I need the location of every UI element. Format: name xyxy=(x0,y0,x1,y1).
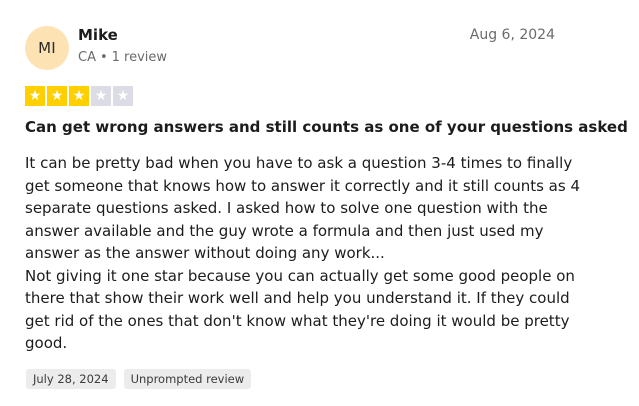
source-badge: Unprompted review xyxy=(123,369,252,389)
review-title[interactable]: Can get wrong answers and still counts a… xyxy=(25,118,628,136)
review-card: MI Mike CA • 1 review Aug 6, 2024 ★ ★ ★ ★ ★ … xyxy=(0,0,639,406)
star-filled-icon: ★ xyxy=(47,86,67,106)
review-body: It can be pretty bad when you have to as… xyxy=(25,152,585,355)
review-tags: July 28, 2024 Unprompted review xyxy=(26,369,252,389)
star-rating: ★ ★ ★ ★ ★ xyxy=(25,86,133,106)
review-paragraph: It can be pretty bad when you have to as… xyxy=(25,154,580,262)
star-filled-icon: ★ xyxy=(69,86,89,106)
avatar-initials: MI xyxy=(38,39,56,57)
avatar[interactable]: MI xyxy=(25,26,69,70)
reviewer-name[interactable]: Mike xyxy=(78,26,118,44)
star-filled-icon: ★ xyxy=(25,86,45,106)
review-date: Aug 6, 2024 xyxy=(469,27,555,43)
reviewer-review-count: 1 review xyxy=(111,50,168,65)
star-empty-icon: ★ xyxy=(113,86,133,106)
review-paragraph: Not giving it one star because you can a… xyxy=(25,266,575,353)
reviewer-country: CA xyxy=(78,50,96,65)
separator-dot: • xyxy=(99,50,108,65)
star-empty-icon: ★ xyxy=(91,86,111,106)
reviewer-meta: CA • 1 review xyxy=(78,50,167,65)
experience-date-badge: July 28, 2024 xyxy=(26,369,116,389)
